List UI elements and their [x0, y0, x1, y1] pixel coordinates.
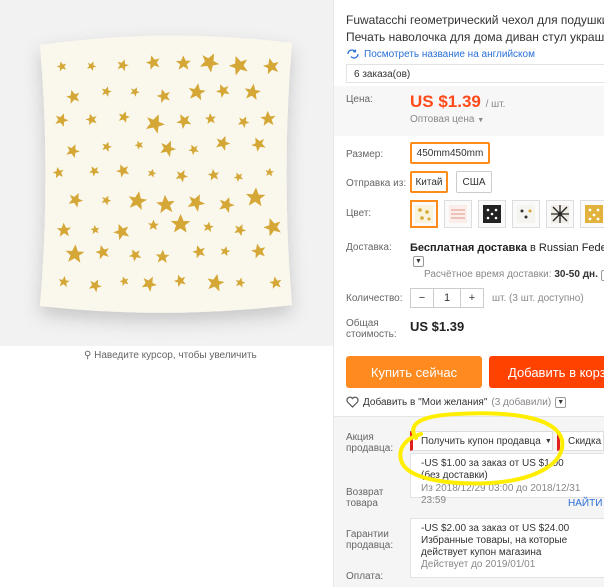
- product-title-line2: Печать наволочка для дома диван стул укр…: [346, 30, 604, 44]
- promo-label-line2: продавца:: [346, 443, 394, 454]
- zoom-hint: ⚲ Наведите курсор, чтобы увеличить: [84, 350, 257, 361]
- swatch-diamonds-icon: [551, 205, 569, 223]
- total-label-line1: Общая: [346, 318, 379, 329]
- ship-from-usa[interactable]: США: [456, 171, 492, 193]
- color-label: Цвет:: [346, 208, 372, 219]
- translate-icon: [347, 49, 359, 59]
- wishlist-count: (3 добавили): [491, 396, 552, 408]
- guarantee-label-line2: продавца:: [346, 540, 394, 551]
- coupon2-validity: Действует до 2019/01/01: [421, 559, 536, 570]
- total-label: Общая стоимость:: [346, 318, 397, 340]
- product-image-gallery[interactable]: [0, 0, 333, 346]
- quantity-stepper[interactable]: − 1 +: [410, 288, 484, 308]
- wishlist-link[interactable]: Добавить в "Мои желания" (3 добавили) ▼: [346, 396, 567, 408]
- get-coupon-button[interactable]: Получить купон продавца ▼: [410, 431, 553, 451]
- total-label-line2: стоимость:: [346, 329, 397, 340]
- buy-now-button[interactable]: Купить сейчас: [346, 356, 482, 388]
- product-title: Fuwatacchi геометрический чехол для поду…: [346, 12, 604, 46]
- quantity-label: Количество:: [346, 293, 403, 304]
- total-value: US $1.39: [410, 319, 465, 334]
- price-value: US $1.39 / шт.: [410, 92, 505, 112]
- color-swatch-yellow-dots[interactable]: [580, 200, 604, 228]
- get-coupon-text: Получить купон продавца: [421, 435, 541, 447]
- find-more-link[interactable]: НАЙТИ И: [568, 498, 604, 509]
- wholesale-price-toggle[interactable]: Оптовая цена ▼: [410, 114, 484, 125]
- wishlist-dropdown-icon[interactable]: ▼: [555, 396, 567, 408]
- return-label-line2: товара: [346, 498, 378, 509]
- quantity-plus-button[interactable]: +: [460, 289, 483, 307]
- guarantee-label-line1: Гарантии: [346, 529, 389, 540]
- caret-down-icon: ▼: [477, 117, 485, 124]
- caret-down-icon: ▼: [544, 437, 552, 445]
- shipping-label: Доставка:: [346, 242, 392, 253]
- color-swatch-pink-stripes[interactable]: [444, 200, 472, 228]
- eta-value: 30-50: [554, 269, 580, 280]
- color-swatch-white-dots[interactable]: [512, 200, 540, 228]
- payment-label: Оплата:: [346, 571, 384, 582]
- heart-icon: [346, 396, 359, 408]
- discount-tab[interactable]: Скидка U: [557, 431, 604, 451]
- translate-title-link[interactable]: Посмотреть название на английском: [346, 48, 535, 60]
- coupon1-note: (без доставки): [421, 470, 488, 481]
- return-label: Возврат товара: [346, 487, 384, 509]
- size-option-450mm[interactable]: 450mm450mm: [410, 142, 490, 164]
- coupon-card-2: -US $2.00 за заказ от US $24.00 Избранны…: [410, 518, 604, 578]
- seller-promo-label: Акция продавца:: [346, 432, 393, 454]
- coupon-card-1: -US $1.00 за заказ от US $1.00 (без дост…: [410, 453, 604, 506]
- ship-from-label: Отправка из:: [346, 178, 407, 189]
- orders-count: 6 заказа(ов): [346, 64, 604, 83]
- shipping-info: Бесплатная доставка в Russian Federation: [410, 242, 604, 254]
- seller-guarantee-label: Гарантии продавца:: [346, 529, 393, 551]
- shipping-destination: в Russian Federation: [530, 242, 604, 254]
- ship-from-china[interactable]: Китай: [410, 171, 448, 193]
- eta-label: Расчётное время доставки:: [424, 269, 552, 280]
- product-title-line1: Fuwatacchi геометрический чехол для поду…: [346, 13, 604, 27]
- swatch-stars-icon: [415, 205, 433, 223]
- quantity-available: шт. (3 шт. доступно): [492, 293, 584, 304]
- color-swatch-yellow-stars[interactable]: [410, 200, 438, 228]
- translate-link-text[interactable]: Посмотреть название на английском: [364, 49, 535, 60]
- quantity-minus-button[interactable]: −: [411, 289, 434, 307]
- wishlist-text[interactable]: Добавить в "Мои желания": [363, 397, 487, 408]
- eta-unit: дн.: [582, 269, 598, 280]
- coupon2-note1: Избранные товары, на которые: [421, 535, 568, 546]
- eta-info-icon[interactable]: ▼: [600, 270, 604, 281]
- coupon2-amount: -US $2.00 за заказ от US $24.00: [421, 523, 570, 534]
- swatch-black-icon: [483, 205, 501, 223]
- delivery-estimate: Расчётное время доставки: 30-50 дн. ▼: [424, 269, 604, 281]
- promo-label-line1: Акция: [346, 432, 374, 443]
- shipping-dropdown-icon[interactable]: ▼: [413, 256, 424, 267]
- size-label: Размер:: [346, 149, 384, 160]
- wholesale-label: Оптовая цена: [410, 114, 475, 125]
- price-unit: / шт.: [485, 99, 506, 110]
- product-image-pillow: [40, 35, 292, 313]
- swatch-dots-icon: [517, 205, 535, 223]
- magnifier-icon: ⚲: [84, 350, 92, 361]
- coupon2-note2: действует купон магазина: [421, 547, 542, 558]
- add-to-cart-button[interactable]: Добавить в корз: [489, 356, 604, 388]
- coupon1-amount: -US $1.00 за заказ от US $1.00: [421, 458, 564, 469]
- swatch-yellow-icon: [585, 205, 603, 223]
- swatch-stripes-icon: [449, 205, 467, 223]
- return-label-line1: Возврат: [346, 487, 384, 498]
- color-swatch-black-diamonds[interactable]: [546, 200, 574, 228]
- quantity-input[interactable]: 1: [434, 289, 460, 307]
- zoom-hint-text: Наведите курсор, чтобы увеличить: [94, 350, 257, 361]
- price-amount: US $1.39: [410, 92, 481, 111]
- free-shipping-text: Бесплатная доставка: [410, 242, 527, 254]
- price-label: Цена:: [346, 94, 373, 105]
- color-swatch-black-pattern[interactable]: [478, 200, 506, 228]
